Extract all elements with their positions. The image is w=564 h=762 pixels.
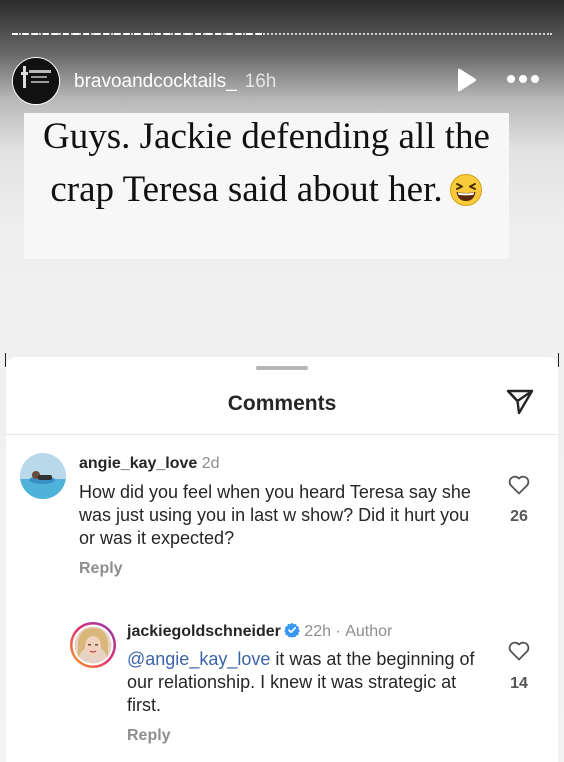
comment-username[interactable]: angie_kay_love xyxy=(79,455,197,472)
play-icon[interactable] xyxy=(455,68,477,92)
header-divider xyxy=(6,434,558,435)
author-label: Author xyxy=(345,623,393,640)
author-username[interactable]: jackiegoldschneider xyxy=(127,623,281,640)
reply-header: jackiegoldschneider 22h · Author xyxy=(127,622,392,643)
author-avatar[interactable] xyxy=(70,622,116,668)
reply-time: 22h xyxy=(304,623,331,640)
reply-button[interactable]: Reply xyxy=(127,727,171,745)
mention-link[interactable]: @angie_kay_love xyxy=(127,649,270,669)
sheet-edge-right xyxy=(558,353,559,367)
like-count: 14 xyxy=(510,675,528,692)
story-caption: Guys. Jackie defending all the crap Tere… xyxy=(24,110,509,222)
story-caption-text: Guys. Jackie defending all the crap Tere… xyxy=(43,116,490,210)
story-progress-fill xyxy=(12,33,262,35)
more-icon[interactable] xyxy=(506,73,540,85)
comment-header: angie_kay_love 2d xyxy=(79,455,220,473)
commenter-avatar[interactable] xyxy=(20,453,66,499)
share-send-icon[interactable] xyxy=(505,388,535,416)
like-heart-icon[interactable] xyxy=(508,475,530,495)
comment-time: 2d xyxy=(201,455,220,472)
meta-separator: · xyxy=(335,623,341,640)
story-account-line[interactable]: bravoandcocktails_ 16h xyxy=(74,71,276,93)
comments-title: Comments xyxy=(227,392,337,415)
reply-text: @angie_kay_love it was at the beginning … xyxy=(127,648,489,717)
sheet-drag-handle[interactable] xyxy=(256,366,308,370)
comment-text: How did you feel when you heard Teresa s… xyxy=(79,482,471,548)
like-count: 26 xyxy=(510,508,528,525)
story-account-name[interactable]: bravoandcocktails_ xyxy=(74,71,237,92)
story-time-ago: 16h xyxy=(244,71,277,92)
like-heart-icon[interactable] xyxy=(508,641,530,661)
reply-button[interactable]: Reply xyxy=(79,560,123,578)
story-account-avatar[interactable] xyxy=(12,57,60,105)
grinning-squinting-emoji-icon xyxy=(449,169,483,222)
verified-badge-icon xyxy=(284,622,300,643)
